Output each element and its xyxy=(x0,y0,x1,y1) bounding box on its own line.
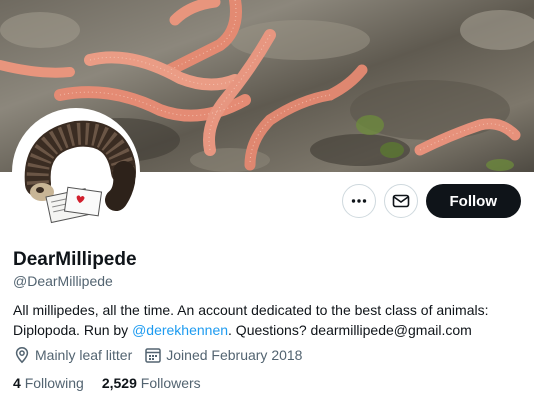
profile-bio: All millipedes, all the time. An account… xyxy=(13,300,523,340)
location-text: Mainly leaf litter xyxy=(35,347,133,363)
envelope-icon xyxy=(392,194,409,208)
avatar[interactable] xyxy=(12,108,140,236)
more-button[interactable] xyxy=(341,184,376,218)
following-link[interactable]: 4 Following xyxy=(13,374,84,392)
joined-text: Joined February 2018 xyxy=(166,347,303,363)
location-pin-icon xyxy=(15,347,29,364)
location: Mainly leaf litter xyxy=(13,345,132,365)
following-count: 4 xyxy=(13,375,21,391)
bio-mention-link[interactable]: @derekhennen xyxy=(132,322,228,338)
join-date: Joined February 2018 xyxy=(144,345,302,365)
following-label: Following xyxy=(24,375,84,391)
follow-button[interactable]: Follow xyxy=(425,184,521,218)
bio-text-end: . Questions? dearmillipede@gmail.com xyxy=(228,322,472,338)
display-name: DearMillipede xyxy=(13,249,137,270)
more-icon xyxy=(351,199,366,203)
followers-link[interactable]: 2,529 Followers xyxy=(102,374,201,392)
millipede-avatar-image xyxy=(16,112,136,232)
profile-actions: Follow xyxy=(341,184,521,218)
followers-count: 2,529 xyxy=(101,375,137,391)
profile-meta: Mainly leaf litter Joined February 2018 xyxy=(13,345,302,365)
follow-stats: 4 Following 2,529 Followers xyxy=(13,374,201,392)
followers-label: Followers xyxy=(140,375,201,391)
message-button[interactable] xyxy=(383,184,418,218)
calendar-icon xyxy=(145,348,162,363)
user-handle: @DearMillipede xyxy=(13,273,113,289)
